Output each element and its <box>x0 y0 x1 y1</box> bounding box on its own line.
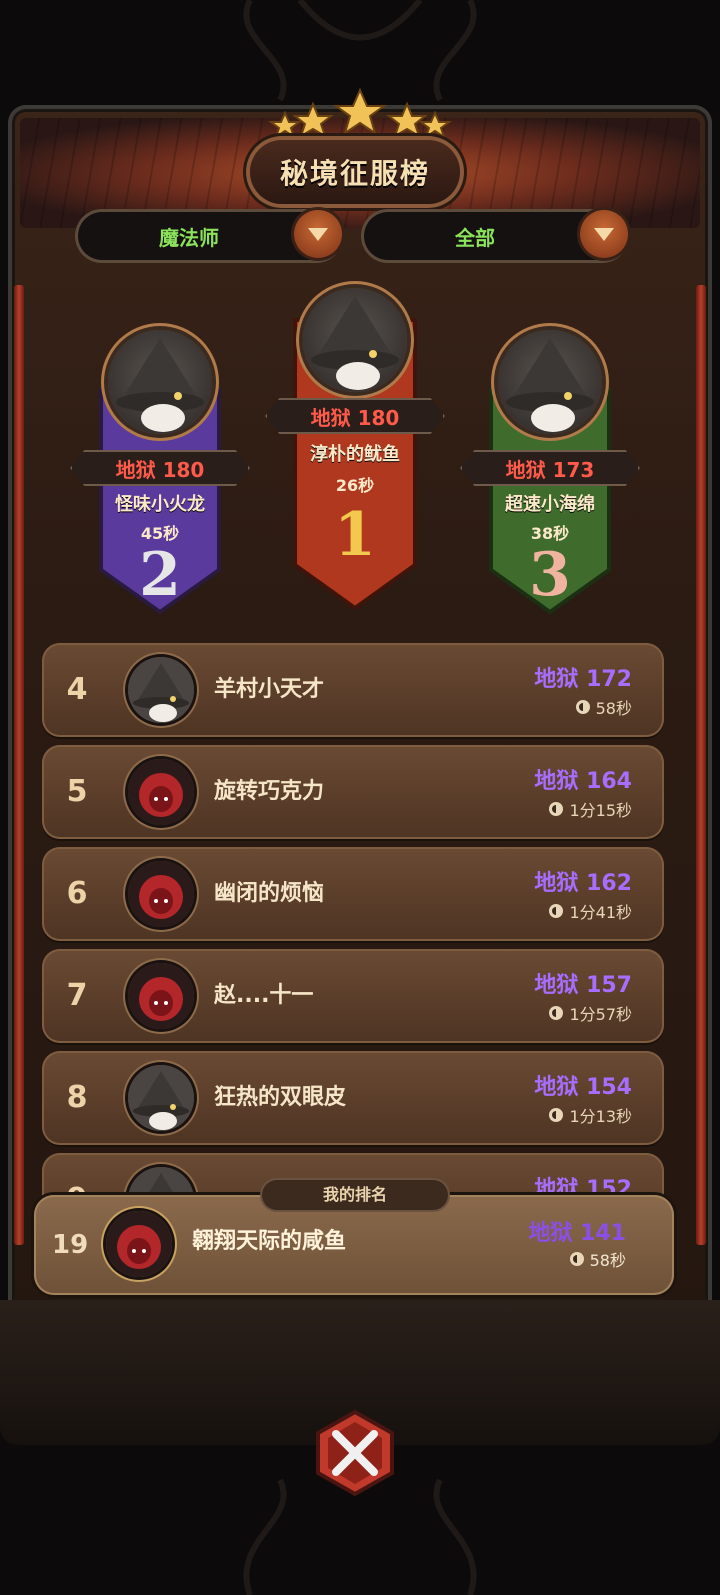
row-score: 地狱 157 <box>534 973 632 998</box>
close-button[interactable] <box>310 1408 400 1498</box>
avatar <box>303 288 407 392</box>
wizard-hat-icon <box>506 338 594 432</box>
chevron-down-icon <box>308 227 328 241</box>
my-rank-bar[interactable]: 19 翱翔天际的咸鱼 地狱 141 58秒 <box>34 1195 674 1295</box>
row-time: 1分57秒 <box>569 1005 632 1024</box>
row-rank: 6 <box>66 876 88 911</box>
podium-third[interactable]: 地狱 173 超速小海绵 38秒 3 <box>485 330 615 615</box>
row-time: 58秒 <box>595 699 632 718</box>
row-score: 地狱 154 <box>534 1075 632 1100</box>
table-row[interactable]: 8 狂热的双眼皮 地狱 154 1分13秒 <box>42 1051 664 1145</box>
star-icon <box>332 88 388 136</box>
avatar <box>128 759 194 825</box>
row-name: 幽闭的烦恼 <box>214 881 325 906</box>
my-rank-name: 翱翔天际的咸鱼 <box>192 1229 347 1254</box>
wizard-hat-icon <box>116 338 204 432</box>
table-row[interactable]: 4 羊村小天才 地狱 172 58秒 <box>42 643 664 737</box>
avatar <box>106 1211 172 1277</box>
row-score: 地狱 164 <box>534 769 632 794</box>
row-name: 狂热的双眼皮 <box>214 1085 347 1110</box>
wizard-hat-icon <box>128 1065 194 1131</box>
row-score: 地狱 162 <box>534 871 632 896</box>
star-icon <box>292 101 334 138</box>
my-rank-score: 地狱 141 <box>528 1221 626 1246</box>
red-hair-girl-icon <box>128 861 194 927</box>
row-time: 1分41秒 <box>569 903 632 922</box>
avatar <box>108 330 212 434</box>
row-rank: 5 <box>66 774 88 809</box>
clock-icon <box>549 1108 564 1122</box>
avatar <box>128 861 194 927</box>
clock-icon <box>575 700 590 714</box>
class-filter-toggle[interactable] <box>294 210 342 258</box>
table-row[interactable]: 7 赵....十一 地狱 157 1分57秒 <box>42 949 664 1043</box>
podium-name: 怪味小火龙 <box>115 494 205 515</box>
podium-name: 超速小海绵 <box>505 494 595 515</box>
row-name: 赵....十一 <box>214 983 314 1008</box>
my-rank-time-group: 58秒 <box>569 1247 626 1271</box>
scope-filter-dropdown[interactable]: 全部 <box>364 210 628 260</box>
row-rank: 8 <box>66 1080 88 1115</box>
avatar <box>128 657 194 723</box>
avatar <box>498 330 602 434</box>
my-rank-label: 我的排名 <box>262 1180 448 1210</box>
row-score: 地狱 172 <box>534 667 632 692</box>
podium-score: 地狱 180 <box>70 450 250 486</box>
red-hair-girl-icon <box>128 963 194 1029</box>
red-hair-girl-icon <box>128 759 194 825</box>
stars-decoration <box>268 88 452 138</box>
scope-filter-toggle[interactable] <box>580 210 628 258</box>
podium-name: 淳朴的鱿鱼 <box>310 444 400 465</box>
row-name: 羊村小天才 <box>214 677 325 702</box>
title-plate: 秘境征服榜 <box>250 140 460 204</box>
wizard-hat-icon <box>128 657 194 723</box>
podium-first[interactable]: 地狱 180 淳朴的鱿鱼 26秒 1 <box>289 280 421 610</box>
row-time-group: 58秒 <box>575 695 632 719</box>
table-row[interactable]: 5 旋转巧克力 地狱 164 1分15秒 <box>42 745 664 839</box>
left-rail-decoration <box>14 285 24 1245</box>
avatar <box>128 1065 194 1131</box>
podium-rank-number: 3 <box>529 540 571 610</box>
avatar <box>128 963 194 1029</box>
star-icon <box>386 101 428 138</box>
red-hair-girl-icon <box>106 1211 172 1277</box>
row-time: 1分15秒 <box>569 801 632 820</box>
row-time-group: 1分57秒 <box>549 1001 632 1025</box>
row-name: 旋转巧克力 <box>214 779 325 804</box>
row-time-group: 1分41秒 <box>549 899 632 923</box>
table-row[interactable]: 6 幽闭的烦恼 地狱 162 1分41秒 <box>42 847 664 941</box>
class-filter-dropdown[interactable]: 魔法师 <box>78 210 342 260</box>
clock-icon <box>549 904 564 918</box>
row-rank: 4 <box>66 672 88 707</box>
page-title: 秘境征服榜 <box>279 157 430 190</box>
my-rank-time: 58秒 <box>589 1251 626 1270</box>
wizard-hat-icon <box>311 296 399 390</box>
podium-score: 地狱 173 <box>460 450 640 486</box>
row-time-group: 1分15秒 <box>549 797 632 821</box>
row-rank: 7 <box>66 978 88 1013</box>
row-time: 1分13秒 <box>569 1107 632 1126</box>
right-rail-decoration <box>696 285 706 1245</box>
podium-score: 地狱 180 <box>265 398 445 434</box>
podium-rank-number: 2 <box>139 540 181 610</box>
clock-icon <box>549 1006 564 1020</box>
clock-icon <box>549 802 564 816</box>
my-rank-number: 19 <box>52 1230 89 1260</box>
clock-icon <box>569 1252 584 1266</box>
chevron-down-icon <box>594 227 614 241</box>
podium-rank-number: 1 <box>334 500 376 570</box>
podium-second[interactable]: 地狱 180 怪味小火龙 45秒 2 <box>95 330 225 615</box>
row-time-group: 1分13秒 <box>549 1103 632 1127</box>
podium-time: 26秒 <box>335 476 375 495</box>
